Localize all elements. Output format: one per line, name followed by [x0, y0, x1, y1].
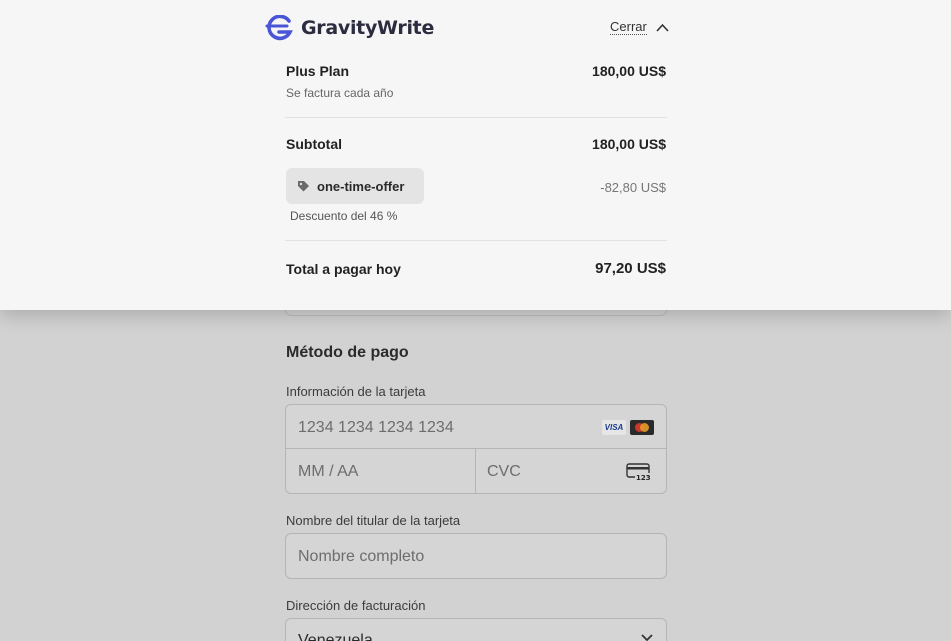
card-number-placeholder: 1234 1234 1234 1234 — [298, 419, 454, 436]
country-select[interactable]: Venezuela — [285, 618, 667, 641]
visa-icon: VISA — [602, 420, 626, 435]
divider — [285, 240, 667, 241]
credit-card-cvc-icon: 123 — [626, 463, 652, 482]
card-info-group: 1234 1234 1234 1234 VISA MM / AA CVC 123 — [285, 404, 667, 494]
plan-price: 180,00 US$ — [592, 63, 666, 79]
cvc-placeholder: CVC — [487, 463, 521, 480]
subtotal-label: Subtotal — [286, 136, 342, 152]
promo-code: one-time-offer — [317, 178, 405, 194]
close-summary-button[interactable]: Cerrar — [610, 20, 669, 35]
chevron-up-icon — [656, 23, 669, 32]
expiry-placeholder: MM / AA — [298, 463, 359, 480]
divider — [285, 117, 667, 118]
cardholder-label: Nombre del titular de la tarjeta — [286, 513, 461, 528]
close-label: Cerrar — [610, 19, 647, 35]
cardholder-placeholder: Nombre completo — [298, 548, 425, 565]
country-value: Venezuela — [298, 632, 373, 641]
mastercard-icon — [630, 420, 654, 435]
tag-icon — [298, 180, 309, 191]
cvc-icon-text: 123 — [636, 474, 651, 482]
promo-code-chip[interactable]: one-time-offer — [286, 168, 424, 204]
payment-method-title: Método de pago — [286, 344, 409, 361]
card-info-label: Información de la tarjeta — [286, 384, 426, 399]
billing-address-label: Dirección de facturación — [286, 598, 426, 613]
chevron-down-icon — [641, 634, 653, 641]
plan-billing-cycle: Se factura cada año — [286, 86, 394, 100]
cardholder-name-input[interactable]: Nombre completo — [285, 533, 667, 579]
discount-amount: -82,80 US$ — [600, 180, 666, 195]
card-number-field[interactable]: 1234 1234 1234 1234 VISA — [286, 405, 666, 449]
brand-logo[interactable]: GravityWrite — [265, 15, 434, 41]
plan-name: Plus Plan — [286, 63, 350, 79]
expiry-field[interactable]: MM / AA — [286, 449, 475, 494]
order-summary-panel: GravityWrite Cerrar Plus Plan 180,00 US$… — [0, 0, 951, 310]
total-amount: 97,20 US$ — [595, 260, 666, 277]
total-label: Total a pagar hoy — [286, 261, 401, 277]
discount-description: Descuento del 46 % — [290, 209, 398, 223]
brand-name: GravityWrite — [301, 17, 435, 39]
subtotal-amount: 180,00 US$ — [592, 136, 666, 152]
cvc-field[interactable]: CVC 123 — [476, 449, 666, 494]
gravitywrite-logo-icon — [265, 15, 293, 41]
